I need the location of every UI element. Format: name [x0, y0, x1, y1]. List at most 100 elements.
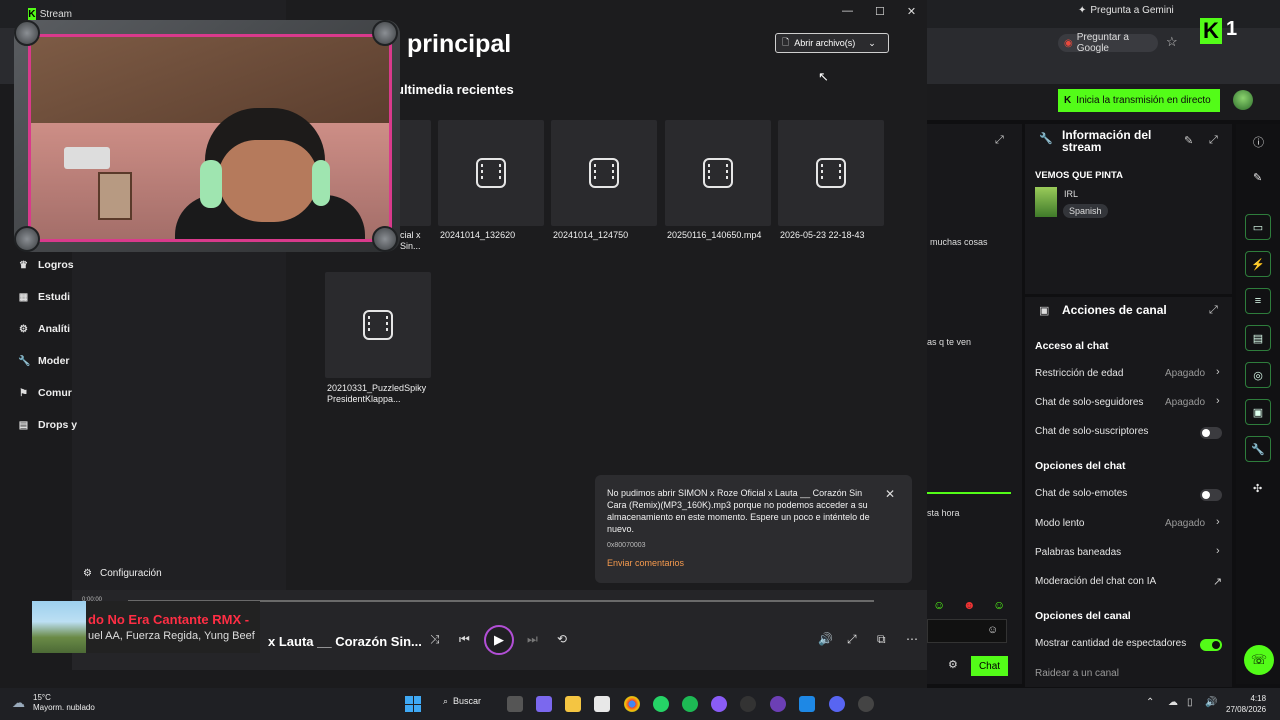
community-icon: ⚑ [19, 387, 28, 399]
emote-icon[interactable]: ☺ [933, 598, 945, 612]
rail-list-icon[interactable]: ≡ [1245, 288, 1271, 314]
media-tile[interactable] [665, 120, 771, 226]
followers-only-value[interactable]: Apagado [1165, 397, 1205, 408]
miniplayer-icon[interactable]: ⧉ [877, 632, 886, 647]
openai-icon[interactable] [740, 696, 756, 712]
whatsapp-icon[interactable] [653, 696, 669, 712]
chat-message: as q te ven [927, 337, 972, 347]
weather-temp: 15°C [33, 693, 51, 702]
external-link-icon[interactable]: ↗ [1213, 575, 1222, 588]
kick-counter: 1 [1226, 18, 1238, 40]
edit-icon[interactable]: ✎ [1184, 134, 1193, 147]
volume-icon[interactable]: 🔊 [818, 632, 833, 646]
gear-icon[interactable]: ⚙ [948, 658, 958, 671]
send-feedback-link[interactable]: Enviar comentarios [607, 558, 900, 568]
chevron-right-icon[interactable]: › [1216, 366, 1220, 378]
support-chat-icon[interactable]: ☏ [1244, 645, 1274, 675]
store-icon[interactable] [594, 696, 610, 712]
media-player-icon[interactable] [858, 696, 874, 712]
go-live-button[interactable]: K Inicia la transmisión en directo [1058, 89, 1220, 112]
rail-window-icon[interactable]: ▣ [1245, 399, 1271, 425]
age-restriction-value[interactable]: Apagado [1165, 368, 1205, 379]
media-tile[interactable] [325, 272, 431, 378]
expand-icon[interactable]: ⤢ [1209, 134, 1218, 147]
chevron-right-icon[interactable]: › [1216, 545, 1220, 557]
emoji-icon[interactable]: ☺ [987, 624, 998, 636]
taskbar-search[interactable]: ⌕ Buscar [443, 696, 481, 707]
chat-panel: ⤢ muchas cosas as q te ven sta hora ☺ ☻ … [927, 124, 1022, 684]
info-icon[interactable]: ⓘ [1253, 134, 1264, 150]
more-icon[interactable]: ⋯ [906, 632, 918, 646]
emote-icon[interactable]: ☻ [963, 598, 976, 612]
ask-google-label: Preguntar a Google [1076, 32, 1129, 54]
chat-message: muchas cosas [930, 237, 988, 247]
rail-wrench-icon[interactable]: 🔧 [1245, 436, 1271, 462]
drops-icon: ▤ [18, 419, 29, 431]
sidebar-item-logros[interactable]: ♛ Logros [18, 259, 74, 271]
edit-icon[interactable]: ✎ [1253, 171, 1262, 184]
settings-item[interactable]: ⚙ Configuración [83, 568, 162, 579]
media-tile[interactable] [778, 120, 884, 226]
sidebar-item-analitica[interactable]: ⚙ Analíti [18, 323, 70, 335]
expand-icon[interactable]: ⤢ [1209, 304, 1218, 317]
next-icon[interactable]: ⏭ [527, 632, 538, 647]
puzzle-icon[interactable]: ✣ [1253, 482, 1262, 495]
ask-google-button[interactable]: ◉ Preguntar a Google [1058, 32, 1158, 54]
app-icon[interactable] [770, 696, 786, 712]
expand-icon[interactable]: ⤢ [995, 134, 1004, 147]
close-icon[interactable]: ✕ [907, 5, 916, 18]
raid-channel-link[interactable]: Raidear a un canal [1035, 668, 1119, 679]
emotes-only-toggle[interactable] [1200, 489, 1222, 501]
chrome-icon[interactable] [624, 696, 640, 712]
sidebar-item-comunidad[interactable]: ⚑ Comur [18, 387, 72, 399]
media-tile[interactable] [551, 120, 657, 226]
phone-icon[interactable]: ▯ [1187, 697, 1193, 708]
overlay-song-title: do No Era Cantante RMX - [88, 612, 250, 627]
rail-chat-icon[interactable]: ▤ [1245, 325, 1271, 351]
rail-target-icon[interactable]: ◎ [1245, 362, 1271, 388]
emote-icon[interactable]: ☺ [993, 598, 1005, 612]
fullscreen-icon[interactable]: ⤢ [847, 632, 857, 647]
weather-widget[interactable]: 15°C Mayorm. nublado [33, 693, 95, 713]
chevron-up-icon[interactable]: ⌃ [1146, 697, 1154, 708]
close-icon[interactable]: ✕ [885, 487, 895, 501]
repeat-icon[interactable]: ⟲ [557, 632, 567, 646]
rail-bolt-icon[interactable]: ⚡ [1245, 251, 1271, 277]
file-explorer-icon[interactable] [565, 696, 581, 712]
task-view-icon[interactable] [507, 696, 523, 712]
bookmark-star-icon[interactable]: ☆ [1166, 34, 1178, 50]
chat-send-button[interactable]: Chat [971, 656, 1008, 676]
sidebar-item-drops[interactable]: ▤ Drops y [18, 419, 77, 431]
chevron-right-icon[interactable]: › [1216, 395, 1220, 407]
previous-icon[interactable]: ⏮ [459, 632, 470, 647]
sidebar-item-moderacion[interactable]: 🔧 Moder [18, 355, 70, 367]
video-file-icon [363, 310, 393, 340]
slow-mode-value[interactable]: Apagado [1165, 518, 1205, 529]
windows-start-icon[interactable] [405, 696, 421, 712]
rail-camera-icon[interactable]: ▭ [1245, 214, 1271, 240]
chevron-right-icon[interactable]: › [1216, 516, 1220, 528]
clock-time: 4:18 [1250, 694, 1267, 703]
sidebar-item-estudio[interactable]: ▦ Estudi [18, 291, 70, 303]
chevron-down-icon: ⌄ [868, 37, 876, 48]
discord-icon[interactable] [829, 696, 845, 712]
media-tile[interactable] [438, 120, 544, 226]
app-icon[interactable] [711, 696, 727, 712]
minimize-icon[interactable]: — [842, 5, 853, 18]
ask-gemini-button[interactable]: ✦ Pregunta a Gemini [1078, 5, 1174, 16]
cloud-icon[interactable]: ☁ [1168, 697, 1178, 708]
subscribers-only-toggle[interactable] [1200, 427, 1222, 439]
photos-icon[interactable] [799, 696, 815, 712]
maximize-icon[interactable]: ☐ [875, 5, 885, 18]
grid-icon: ▦ [18, 291, 29, 303]
avatar[interactable] [1233, 90, 1253, 110]
shuffle-icon[interactable]: ⤨ [430, 632, 440, 647]
play-button[interactable]: ▶ [484, 625, 514, 655]
spotify-icon[interactable] [682, 696, 698, 712]
open-files-button[interactable]: 🗋 Abrir archivo(s) ⌄ [775, 33, 889, 53]
teams-icon[interactable] [536, 696, 552, 712]
show-viewers-toggle[interactable] [1200, 639, 1222, 651]
sidebar-item-label: Drops y [38, 419, 78, 431]
clock[interactable]: 4:18 27/08/2026 [1226, 693, 1266, 715]
volume-icon[interactable]: 🔊 [1205, 697, 1217, 708]
